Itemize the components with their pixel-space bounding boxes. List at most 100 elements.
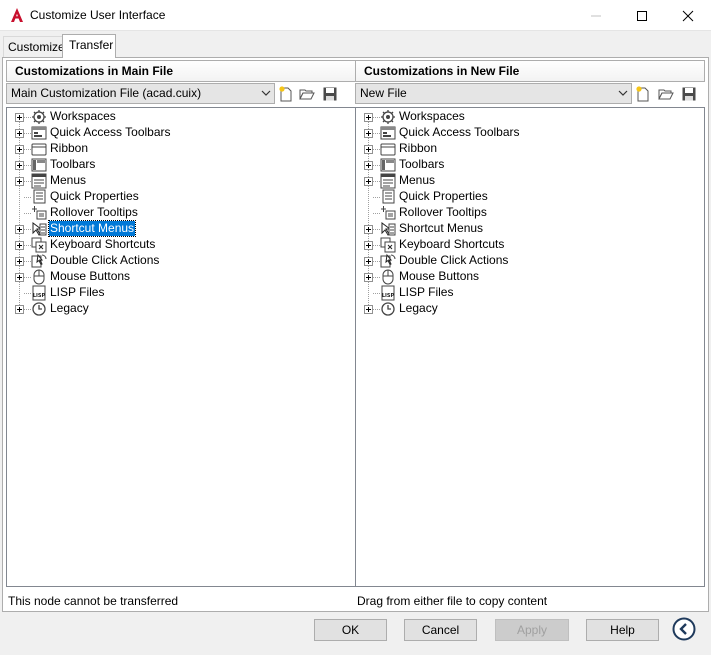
tree-item[interactable]: Ribbon: [356, 141, 686, 157]
maximize-button[interactable]: [619, 0, 665, 31]
chevron-down-icon: [261, 90, 271, 96]
tree-item[interactable]: Keyboard Shortcuts: [356, 237, 686, 253]
expand-plus-icon[interactable]: [364, 145, 373, 154]
expand-plus-icon[interactable]: [364, 129, 373, 138]
apply-button[interactable]: Apply: [495, 619, 569, 641]
tree-item[interactable]: Double Click Actions: [7, 253, 337, 269]
tree-item-label: Quick Properties: [399, 189, 488, 203]
tree-item[interactable]: Legacy: [356, 301, 686, 317]
keyboard-shortcuts-icon: [380, 237, 396, 253]
save-file-button[interactable]: [320, 85, 340, 103]
expand-plus-icon[interactable]: [364, 161, 373, 170]
tree-item[interactable]: Double Click Actions: [356, 253, 686, 269]
tree-item[interactable]: Quick Access Toolbars: [356, 125, 686, 141]
tree-connector-branch: [24, 229, 31, 230]
close-button[interactable]: [665, 0, 711, 31]
tree-item-label: LISP Files: [50, 285, 105, 299]
main-file-pane: Customizations in Main File Main Customi…: [6, 60, 356, 611]
tree-item[interactable]: Workspaces: [356, 109, 686, 125]
new-file-icon: [279, 86, 292, 102]
expand-plus-icon[interactable]: [364, 177, 373, 186]
new-file-button[interactable]: [276, 85, 296, 103]
tree-item[interactable]: LISP LISP Files: [356, 285, 686, 301]
tree-item[interactable]: Menus: [7, 173, 337, 189]
tree-item[interactable]: Rollover Tooltips: [356, 205, 686, 221]
expand-plus-icon[interactable]: [15, 225, 24, 234]
tree-item-label: Keyboard Shortcuts: [50, 237, 156, 251]
tree-item[interactable]: Mouse Buttons: [356, 269, 686, 285]
rollover-tooltips-icon: [381, 206, 396, 220]
tree-item-label: Legacy: [399, 301, 438, 315]
tree-connector-branch: [24, 117, 31, 118]
tree-item[interactable]: Toolbars: [7, 157, 337, 173]
tree-item[interactable]: Shortcut Menus: [7, 220, 337, 237]
quick-access-toolbars-icon: [380, 126, 396, 140]
toolbars-icon: [380, 158, 396, 172]
tree-item[interactable]: Rollover Tooltips: [7, 205, 337, 221]
tree-item[interactable]: Ribbon: [7, 141, 337, 157]
tree-item-label: Quick Access Toolbars: [399, 125, 520, 139]
cancel-button[interactable]: Cancel: [404, 619, 477, 641]
new-file-dropdown[interactable]: New File: [355, 83, 632, 104]
open-file-button[interactable]: [656, 85, 676, 103]
new-file-button[interactable]: [633, 85, 653, 103]
expand-plus-icon[interactable]: [364, 241, 373, 250]
tree-connector-branch: [24, 165, 31, 166]
open-file-button[interactable]: [297, 85, 317, 103]
main-file-tree[interactable]: Workspaces Quick Access Toolbars Ribbon Too…: [6, 107, 356, 587]
tab-transfer[interactable]: Transfer: [62, 34, 116, 58]
tree-item[interactable]: Workspaces: [7, 109, 337, 125]
tree-item[interactable]: Toolbars: [356, 157, 686, 173]
ok-button[interactable]: OK: [314, 619, 387, 641]
tree-connector-branch: [373, 165, 380, 166]
new-file-tree[interactable]: Workspaces Quick Access Toolbars Ribbon Too…: [355, 107, 705, 587]
quick-properties-icon: [33, 189, 46, 204]
tree-item[interactable]: Quick Properties: [356, 189, 686, 205]
tree-item[interactable]: Quick Access Toolbars: [7, 125, 337, 141]
tree-connector-branch: [373, 149, 380, 150]
expand-plus-icon[interactable]: [364, 225, 373, 234]
save-file-button[interactable]: [679, 85, 699, 103]
workspaces-icon: [32, 110, 46, 124]
tree-item[interactable]: Quick Properties: [7, 189, 337, 205]
save-icon: [323, 87, 337, 101]
expand-plus-icon[interactable]: [15, 241, 24, 250]
tree-item-label: Keyboard Shortcuts: [399, 237, 505, 251]
new-file-pane: Customizations in New File New File Work…: [355, 60, 705, 611]
expand-plus-icon[interactable]: [15, 161, 24, 170]
tree-item-label: Rollover Tooltips: [50, 205, 138, 219]
expand-plus-icon[interactable]: [15, 145, 24, 154]
expand-plus-icon[interactable]: [15, 305, 24, 314]
tree-connector-branch: [373, 261, 380, 262]
tree-item[interactable]: Menus: [356, 173, 686, 189]
expand-plus-icon[interactable]: [364, 113, 373, 122]
tree-item[interactable]: Mouse Buttons: [7, 269, 337, 285]
main-file-dropdown[interactable]: Main Customization File (acad.cuix): [6, 83, 275, 104]
expand-plus-icon[interactable]: [364, 273, 373, 282]
expand-plus-icon[interactable]: [364, 257, 373, 266]
tree-item[interactable]: Legacy: [7, 301, 337, 317]
expand-plus-icon[interactable]: [15, 273, 24, 282]
tree-connector-branch: [373, 213, 380, 214]
tab-customize[interactable]: Customize: [3, 36, 65, 58]
minimize-button[interactable]: [573, 0, 619, 31]
svg-text:LISP: LISP: [382, 293, 395, 299]
tree-item-label: Double Click Actions: [399, 253, 509, 267]
expand-plus-icon[interactable]: [15, 113, 24, 122]
svg-text:LISP: LISP: [33, 293, 46, 299]
collapse-panel-button[interactable]: [672, 617, 696, 641]
tree-connector-branch: [24, 181, 31, 182]
chevron-down-icon: [618, 90, 628, 96]
tree-connector-branch: [373, 181, 380, 182]
expand-plus-icon[interactable]: [15, 257, 24, 266]
expand-plus-icon[interactable]: [15, 129, 24, 138]
expand-plus-icon[interactable]: [364, 305, 373, 314]
help-button[interactable]: Help: [586, 619, 659, 641]
expand-plus-icon[interactable]: [15, 177, 24, 186]
tree-item[interactable]: Shortcut Menus: [356, 221, 686, 237]
tree-item[interactable]: Keyboard Shortcuts: [7, 237, 337, 253]
open-folder-icon: [658, 89, 674, 100]
tree-item-label: Mouse Buttons: [50, 269, 131, 283]
tree-item[interactable]: LISP LISP Files: [7, 285, 337, 301]
tree-item-label: Legacy: [50, 301, 89, 315]
